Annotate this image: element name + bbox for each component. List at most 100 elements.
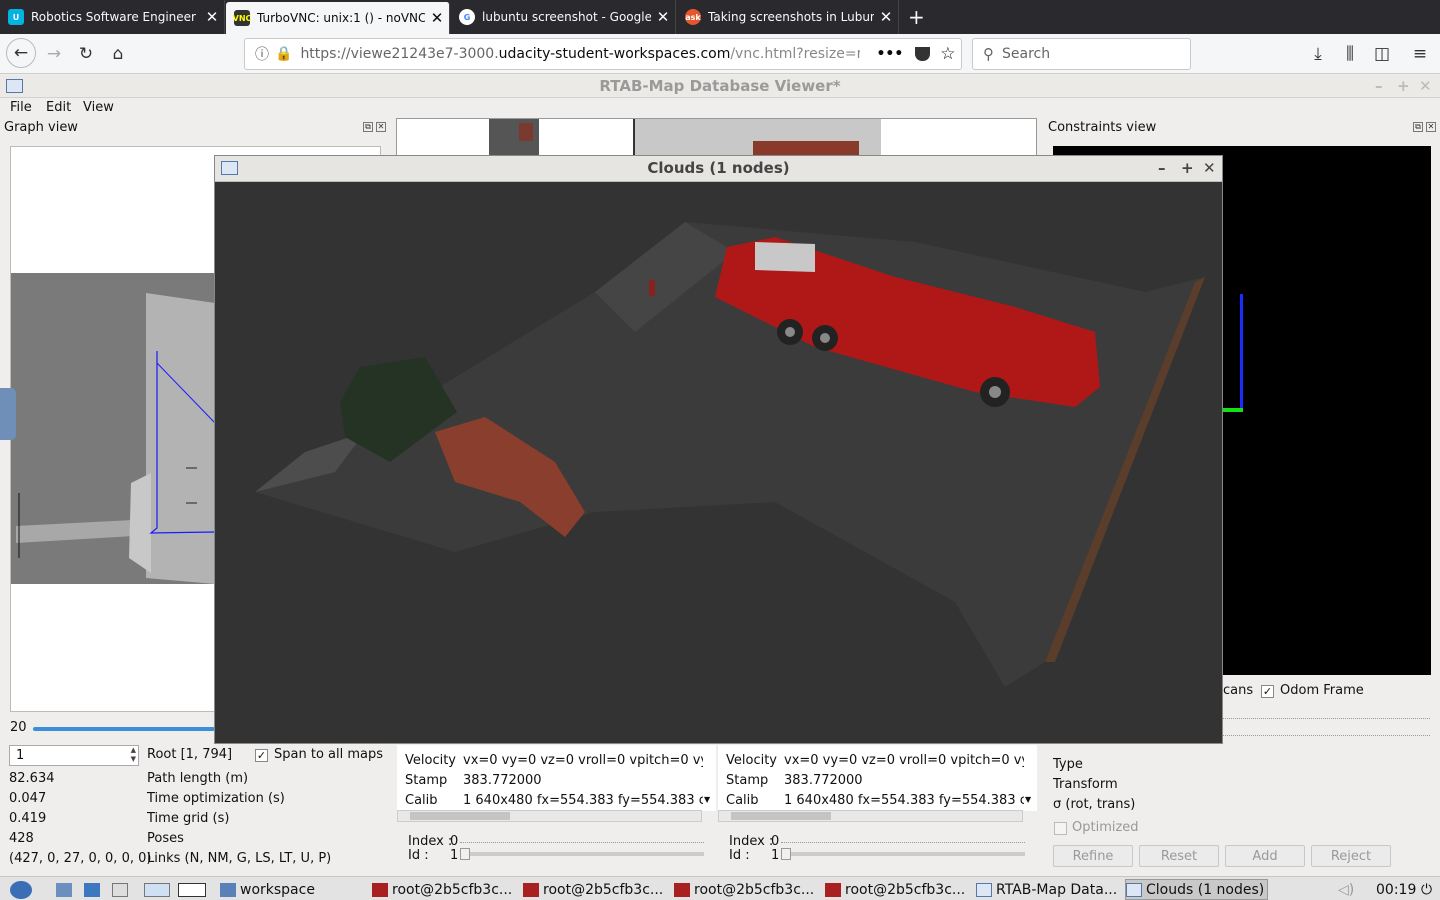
task-terminal[interactable]: root@2b5cfb3c... — [523, 879, 669, 900]
askubuntu-icon: ask — [685, 9, 701, 25]
library-icon[interactable]: ⫼ — [1336, 40, 1364, 68]
pocket-icon[interactable] — [915, 47, 931, 61]
clouds-window[interactable]: Clouds (1 nodes) – + ✕ — [214, 155, 1223, 744]
close-tab-icon[interactable]: ✕ — [651, 8, 675, 26]
span-label: Span to all maps — [274, 747, 384, 762]
desktop-1-icon[interactable] — [144, 879, 174, 900]
slider-value: 20 — [10, 720, 27, 735]
minimize-icon[interactable]: – — [1375, 75, 1383, 97]
task-rtabmap[interactable]: RTAB-Map Data... — [976, 879, 1122, 900]
stat-label: Time grid (s) — [147, 811, 230, 826]
index-slider-right[interactable] — [781, 842, 1025, 843]
h-scrollbar-right[interactable] — [718, 810, 1023, 822]
search-icon: ⚲ — [983, 45, 994, 63]
download-icon[interactable]: ⤓ — [1304, 40, 1332, 68]
spin-arrows-icon[interactable]: ▲ ▼ — [131, 746, 136, 764]
menu-icon[interactable]: ≡ — [1406, 40, 1434, 68]
stat-label: Poses — [147, 831, 184, 846]
scroll-down-icon[interactable]: ▼ — [704, 795, 710, 804]
terminal-launcher-icon[interactable] — [112, 879, 136, 900]
stat-value: (427, 0, 27, 0, 0, 0, 0) — [9, 851, 152, 866]
task-terminal[interactable]: root@2b5cfb3c... — [372, 879, 518, 900]
float-panel-icon[interactable]: ⧉ — [1413, 122, 1423, 132]
hydrant — [649, 280, 655, 296]
close-tab-icon[interactable]: ✕ — [425, 9, 449, 27]
close-panel-icon[interactable]: ✕ — [376, 122, 386, 132]
search-bar[interactable]: ⚲ Search — [972, 38, 1191, 70]
stat-label: Path length (m) — [147, 771, 249, 786]
type-label: Type — [1053, 757, 1083, 772]
reject-button[interactable]: Reject — [1311, 845, 1391, 867]
refine-button[interactable]: Refine — [1053, 845, 1133, 867]
odom-frame-checkbox[interactable]: ✓ — [1261, 685, 1274, 698]
id-slider-right[interactable] — [781, 848, 1025, 860]
id-slider-left[interactable] — [460, 848, 704, 860]
home-button[interactable]: ⌂ — [104, 40, 132, 68]
tab-askubuntu[interactable]: ask Taking screenshots in Lubuntu ✕ — [677, 0, 899, 34]
vnc-icon: VNC — [233, 10, 251, 26]
close-panel-icon[interactable]: ✕ — [1426, 122, 1436, 132]
start-menu-icon[interactable] — [10, 879, 40, 900]
google-icon: G — [459, 9, 475, 25]
udacity-icon: U — [8, 9, 24, 25]
power-icon[interactable]: ⏻ — [1421, 879, 1439, 900]
tab-turbovnc[interactable]: VNC TurboVNC: unix:1 () - noVNC ✕ — [226, 2, 450, 34]
maximize-icon[interactable]: + — [1397, 75, 1410, 97]
task-terminal[interactable]: root@2b5cfb3c... — [674, 879, 820, 900]
desktop-2-icon[interactable] — [178, 879, 210, 900]
constraints-slider-2[interactable] — [1223, 735, 1430, 738]
menu-file[interactable]: File — [10, 100, 32, 115]
app-title: RTAB-Map Database Viewer* — [599, 77, 841, 95]
bookmark-star-icon[interactable]: ☆ — [940, 44, 955, 64]
menu-view[interactable]: View — [83, 100, 114, 115]
stat-value: 428 — [9, 831, 34, 846]
side-handle[interactable] — [0, 388, 16, 440]
task-workspace[interactable]: workspace — [220, 879, 360, 900]
network-icon[interactable] — [84, 879, 108, 900]
new-tab-button[interactable]: + — [900, 0, 932, 34]
app-title-bar: RTAB-Map Database Viewer* – + ✕ — [0, 75, 1440, 98]
page-actions-icon[interactable]: ••• — [876, 46, 903, 62]
reset-button[interactable]: Reset — [1139, 845, 1219, 867]
clouds-title-bar[interactable]: Clouds (1 nodes) – + ✕ — [215, 156, 1222, 182]
info-icon[interactable]: ⓘ — [255, 44, 269, 64]
task-terminal[interactable]: root@2b5cfb3c... — [825, 879, 971, 900]
forward-button[interactable]: → — [40, 40, 68, 68]
image-thumbnail-right — [633, 119, 881, 157]
close-tab-icon[interactable]: ✕ — [200, 8, 224, 26]
constraints-slider-1[interactable] — [1223, 718, 1430, 721]
close-icon[interactable]: ✕ — [1203, 156, 1216, 181]
window-icon — [1126, 882, 1142, 897]
menu-edit[interactable]: Edit — [46, 100, 71, 115]
tab-robotics[interactable]: U Robotics Software Engineer - U ✕ — [0, 0, 225, 34]
volume-icon[interactable]: ◁) — [1338, 879, 1362, 900]
point-cloud-view[interactable] — [215, 182, 1222, 743]
reload-button[interactable]: ↻ — [72, 40, 100, 68]
graph-slider[interactable] — [33, 727, 215, 731]
scroll-down-icon[interactable]: ▼ — [1025, 795, 1031, 804]
h-scrollbar-left[interactable] — [397, 810, 702, 822]
terminal-icon — [825, 882, 841, 897]
optimized-checkbox[interactable] — [1054, 822, 1067, 835]
transform-label: Transform — [1053, 777, 1118, 792]
index-slider-left[interactable] — [460, 842, 704, 843]
constraints-view-title: Constraints view — [1048, 120, 1157, 135]
node-spinbox[interactable]: 1 ▲ ▼ — [9, 745, 139, 766]
add-button[interactable]: Add — [1225, 845, 1305, 867]
back-button[interactable]: ← — [6, 38, 36, 68]
task-clouds[interactable]: Clouds (1 nodes) — [1125, 879, 1268, 900]
span-checkbox[interactable]: ✓ — [255, 749, 268, 762]
file-manager-icon[interactable] — [56, 879, 80, 900]
sidebar-icon[interactable]: ◫ — [1368, 40, 1396, 68]
close-icon[interactable]: ✕ — [1419, 75, 1432, 97]
close-tab-icon[interactable]: ✕ — [874, 8, 898, 26]
clock: 00:19 — [1376, 881, 1417, 898]
url-bar[interactable]: ⓘ 🔒 https://viewe21243e7-3000.udacity-st… — [244, 38, 962, 70]
minimize-icon[interactable]: – — [1158, 156, 1166, 181]
root-label: Root [1, 794] — [147, 747, 233, 762]
float-panel-icon[interactable]: ⧉ — [363, 122, 373, 132]
maximize-icon[interactable]: + — [1181, 156, 1194, 181]
tab-google[interactable]: G lubuntu screenshot - Google Se ✕ — [451, 0, 676, 34]
terminal-icon — [523, 882, 539, 897]
window-icon — [976, 882, 992, 897]
